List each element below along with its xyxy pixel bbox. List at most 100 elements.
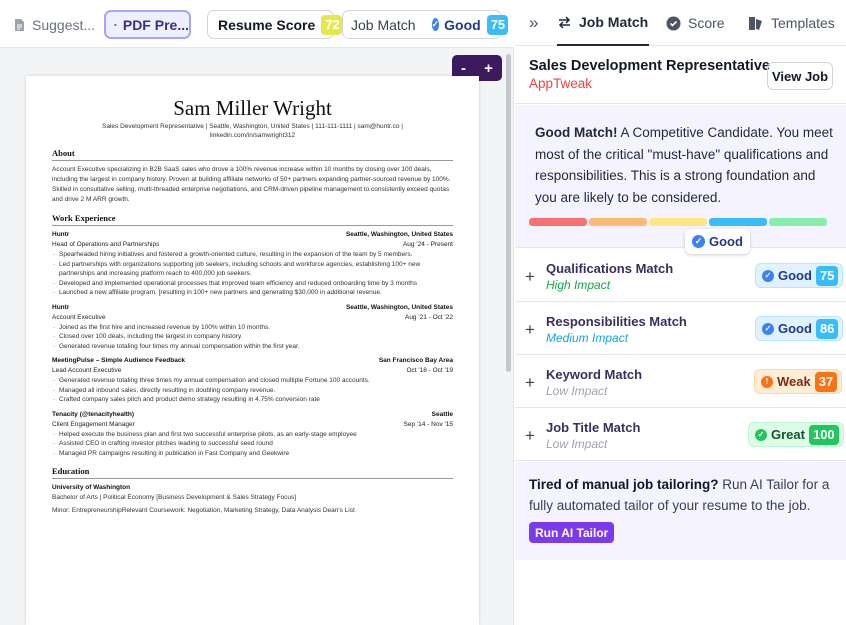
job-match-value: 75 (486, 14, 508, 35)
preview-toolbar: Suggest... PDF Pre... Resume Score 72 Jo… (0, 0, 514, 48)
metric-impact: Medium Impact (546, 331, 629, 345)
view-job-button[interactable]: View Job (767, 62, 833, 90)
tab-templates[interactable]: Templates (748, 0, 835, 46)
resume-score-label: Resume Score (218, 16, 316, 33)
job-match-panel: » Job Match Score Templates Sales Develo… (515, 0, 846, 625)
job-dates: Sep '14 - Nov '15 (403, 420, 453, 428)
metric-rating: Great (771, 427, 805, 442)
tab-templates-label: Templates (771, 15, 835, 31)
job-title: Sales Development Representative (529, 58, 770, 74)
job-bullet: Spearheaded hiring initiatives and foste… (52, 250, 453, 260)
metric-rating: Weak (777, 374, 811, 389)
metric-title: Job Title Match (546, 420, 641, 435)
company-name: AppTweak (529, 76, 593, 91)
job-entry: Huntr Seattle, Washington, United States H… (52, 230, 453, 298)
metric-row[interactable]: + Qualifications Match High Impact ✓ Good 75 (515, 249, 846, 302)
pdf-preview-tab[interactable]: PDF Pre... (104, 10, 191, 39)
metric-rating: Good (778, 268, 812, 283)
tab-job-match-label: Job Match (579, 14, 649, 30)
job-company: Huntr (52, 231, 70, 238)
suggestions-tab[interactable]: Suggest... (12, 10, 95, 39)
collapse-panel-button[interactable]: » (529, 0, 538, 46)
metric-title: Responsibilities Match (546, 314, 687, 329)
job-bullets: Spearheaded hiring initiatives and foste… (52, 250, 453, 298)
resume-name: Sam Miller Wright (173, 96, 332, 120)
job-bullets: Helped execute the business plan and fir… (52, 430, 453, 459)
metric-impact: Low Impact (546, 384, 608, 398)
tailor-text: Tired of manual job tailoring? Run AI Ta… (529, 474, 834, 516)
job-bullets: Joined as the first hire and increased r… (52, 323, 453, 352)
scale-segment (529, 218, 587, 226)
tab-score-label: Score (688, 15, 725, 31)
job-bullets: Generated revenue totaling three times m… (52, 376, 453, 405)
job-role: Head of Operations and Partnerships (52, 241, 160, 248)
summary-headline: Good Match! (535, 125, 618, 140)
job-dates: Aug '24 - Present (402, 241, 453, 248)
swap-arrows-icon (558, 15, 571, 29)
match-summary: Good Match! A Competitive Candidate. You… (515, 105, 846, 254)
scale-segment (649, 218, 707, 226)
metric-rating: Good (778, 321, 812, 336)
job-bullet: Launched a new affiliate program, [resul… (52, 288, 453, 298)
tab-job-match[interactable]: Job Match (557, 0, 649, 46)
metric-row[interactable]: + Responsibilities Match Medium Impact ✓ Goo… (515, 302, 846, 355)
job-bullet: Managed PR campaigns resulting in public… (52, 449, 453, 459)
score-check-icon (666, 16, 681, 30)
metric-score: 100 (808, 424, 839, 445)
about-heading: About (52, 148, 453, 161)
job-entry: MeetingPulse – Simple Audience Feedback S… (52, 356, 453, 405)
scale-segment (589, 218, 647, 226)
ai-tailor-callout: Tired of manual job tailoring? Run AI Ta… (515, 462, 846, 560)
metric-badge: ! Weak 37 (754, 369, 843, 394)
status-icon: ! (761, 375, 773, 388)
resume-preview-pane: Suggest... PDF Pre... Resume Score 72 Jo… (0, 0, 514, 625)
expand-plus-icon[interactable]: + (525, 320, 535, 340)
job-location: Seattle (431, 410, 453, 418)
metric-score: 37 (814, 371, 838, 392)
summary-text: Good Match! A Competitive Candidate. You… (535, 122, 835, 208)
resume-score-button[interactable]: Resume Score 72 (207, 10, 343, 39)
job-location: Seattle, Washington, United States (345, 303, 453, 311)
zoom-in-button[interactable]: + (484, 60, 493, 77)
pdf-preview-label: PDF Pre... (122, 16, 189, 33)
run-ai-tailor-button[interactable]: Run AI Tailor (529, 522, 615, 543)
check-icon: ✓ (431, 18, 440, 31)
check-icon: ✓ (692, 235, 705, 248)
metric-row[interactable]: + Job Title Match Low Impact ✓ Great 100 (515, 408, 846, 461)
job-role: Lead Account Executive (52, 367, 122, 374)
preview-scrollbar[interactable] (506, 54, 511, 372)
metric-impact: High Impact (546, 278, 611, 292)
school-name: University of Washington (52, 484, 131, 491)
metric-impact: Low Impact (546, 437, 608, 451)
resume-contact-line1: Sales Development Representative | Seatt… (102, 123, 403, 130)
experience-list: Huntr Seattle, Washington, United States H… (52, 230, 453, 458)
resume-contact-line2: linkedin.com/in/samwright312 (209, 132, 296, 139)
job-bullet: Led partnerships with organizations supp… (52, 260, 453, 279)
job-entry: Tenacity (@tenacityhealth) Seattle Client … (52, 410, 453, 459)
job-location: Seattle, Washington, United States (345, 231, 453, 238)
job-entry: Huntr Seattle, Washington, United States A… (52, 303, 453, 352)
job-match-button[interactable]: Job Match ✓ Good 75 (342, 10, 508, 39)
expand-plus-icon[interactable]: + (525, 267, 535, 287)
resume-page: Sam Miller Wright Sales Development Repr… (26, 76, 479, 625)
tab-score[interactable]: Score (666, 0, 725, 46)
templates-icon (749, 16, 762, 30)
job-bullet: Generated revenue totaling four times my… (52, 342, 453, 352)
job-bullet: Joined as the first hire and increased r… (52, 323, 453, 333)
job-company: MeetingPulse – Simple Audience Feedback (52, 357, 186, 364)
metric-badge: ✓ Great 100 (748, 422, 844, 447)
job-bullet: Assisted CEO in crafting investor pitche… (52, 439, 453, 449)
scale-segment (709, 218, 767, 226)
degree: Bachelor of Arts | Political Economy [Bu… (52, 494, 297, 501)
document-icon (15, 18, 24, 31)
metric-score: 86 (815, 318, 839, 339)
job-bullet: Managed all inbound sales, directly resu… (52, 386, 453, 396)
scale-segment (769, 218, 827, 226)
metric-score: 75 (815, 265, 839, 286)
expand-plus-icon[interactable]: + (525, 426, 535, 446)
expand-plus-icon[interactable]: + (525, 373, 535, 393)
metric-row[interactable]: + Keyword Match Low Impact! Weak 37 (515, 355, 846, 408)
job-dates: Aug '21 - Oct '22 (404, 313, 453, 321)
zoom-out-button[interactable]: - (461, 60, 466, 77)
suggestions-label: Suggest... (32, 16, 96, 33)
